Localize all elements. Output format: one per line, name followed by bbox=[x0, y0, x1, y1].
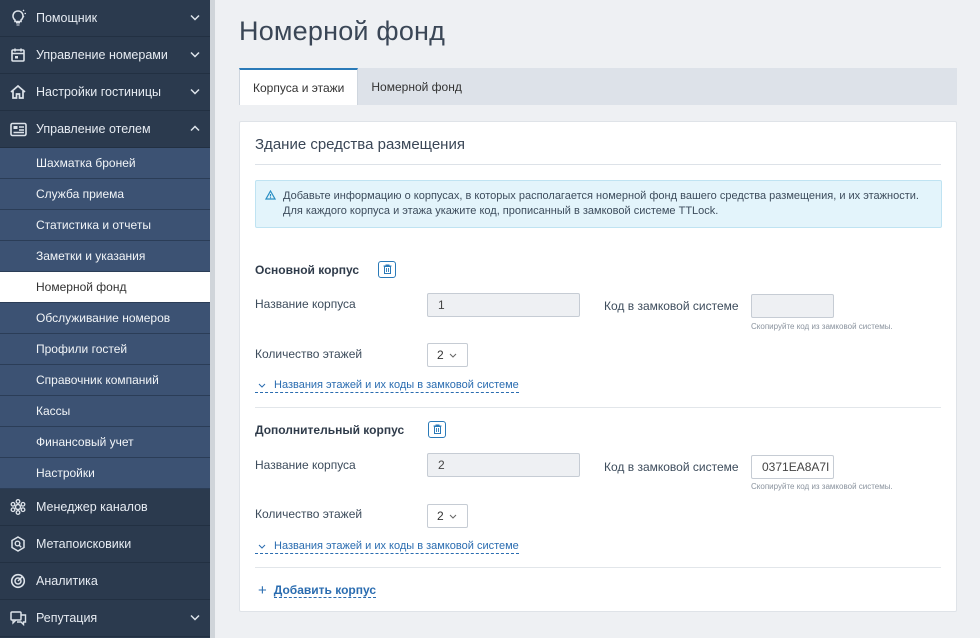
chevron-down-icon bbox=[190, 613, 200, 624]
sidebar-item-assistant[interactable]: Помощник bbox=[0, 0, 210, 37]
trash-icon bbox=[433, 421, 442, 439]
sidebar-item-label: Настройки гостиницы bbox=[36, 85, 161, 99]
floors-count-select[interactable]: 2 bbox=[427, 504, 468, 528]
chevron-down-icon bbox=[449, 351, 457, 360]
tab-room-stock[interactable]: Номерной фонд bbox=[358, 68, 474, 105]
delete-building-button[interactable] bbox=[378, 261, 396, 278]
sidebar-item-analytics[interactable]: Аналитика bbox=[0, 563, 210, 600]
sidebar-subitem-accounting[interactable]: Финансовый учет bbox=[0, 427, 210, 458]
sidebar-item-metasearch[interactable]: Метапоисковики bbox=[0, 526, 210, 563]
sidebar-subitem-room-stock[interactable]: Номерной фонд bbox=[0, 272, 210, 303]
building-title: Основной корпус bbox=[255, 263, 360, 277]
sidebar-item-hotel-settings[interactable]: Настройки гостиницы bbox=[0, 74, 210, 111]
floor-names-toggle[interactable]: Названия этажей и их коды в замковой сис… bbox=[255, 540, 519, 554]
chevron-up-icon bbox=[190, 124, 200, 135]
building-name-input[interactable]: 1 bbox=[427, 293, 580, 317]
sidebar-subitem-housekeeping[interactable]: Обслуживание номеров bbox=[0, 303, 210, 334]
sidebar-item-label: Менеджер каналов bbox=[36, 500, 148, 514]
info-alert: Добавьте информацию о корпусах, в которы… bbox=[255, 180, 942, 228]
sidebar-item-label: Метапоисковики bbox=[36, 537, 132, 551]
home-icon bbox=[0, 84, 36, 100]
info-text-line2: Для каждого корпуса и этажа укажите код,… bbox=[283, 205, 719, 217]
sidebar-subitem-notes[interactable]: Заметки и указания bbox=[0, 241, 210, 272]
building-name-label: Название корпуса bbox=[255, 297, 356, 311]
sidebar-subitem-statistics[interactable]: Статистика и отчеты bbox=[0, 210, 210, 241]
divider bbox=[255, 407, 941, 408]
floors-count-value: 2 bbox=[437, 509, 444, 523]
sidebar-subitem-cash-desks[interactable]: Кассы bbox=[0, 396, 210, 427]
building-name-input[interactable]: 2 bbox=[427, 453, 580, 477]
chevron-down-icon bbox=[449, 512, 457, 521]
card-title: Здание средства размещения bbox=[255, 136, 465, 153]
trash-icon bbox=[383, 261, 392, 279]
divider bbox=[255, 567, 941, 568]
lock-code-label: Код в замковой системе bbox=[604, 460, 739, 474]
sidebar-item-hotel-management[interactable]: Управление отелем bbox=[0, 111, 210, 148]
add-building-button[interactable]: + Добавить корпус bbox=[258, 582, 377, 599]
chevron-down-icon bbox=[190, 87, 200, 98]
chevron-down-icon bbox=[258, 381, 266, 390]
tab-buildings-floors[interactable]: Корпуса и этажи bbox=[239, 68, 359, 105]
floors-count-select[interactable]: 2 bbox=[427, 343, 468, 367]
sidebar-subitem-settings[interactable]: Настройки bbox=[0, 458, 210, 489]
page-title: Номерной фонд bbox=[239, 16, 446, 46]
sidebar: Помощник Управление номерами Настройки г… bbox=[0, 0, 210, 638]
sidebar-subitem-front-desk[interactable]: Служба приема bbox=[0, 179, 210, 210]
reputation-icon bbox=[0, 610, 36, 626]
floors-count-label: Количество этажей bbox=[255, 347, 363, 361]
floors-count-value: 2 bbox=[437, 348, 444, 362]
floors-count-label: Количество этажей bbox=[255, 507, 363, 521]
sidebar-item-reputation[interactable]: Репутация bbox=[0, 600, 210, 637]
sidebar-item-label: Помощник bbox=[36, 11, 98, 25]
sidebar-item-channel-manager[interactable]: Менеджер каналов bbox=[0, 489, 210, 526]
lock-code-input[interactable] bbox=[751, 294, 834, 318]
floor-names-toggle[interactable]: Названия этажей и их коды в замковой сис… bbox=[255, 379, 519, 393]
chevron-down-icon bbox=[190, 50, 200, 61]
lock-code-input[interactable]: 0371EA8A7I bbox=[751, 455, 834, 479]
sidebar-item-label: Репутация bbox=[36, 611, 98, 625]
hotel-management-icon bbox=[0, 122, 36, 137]
lock-code-hint: Скопируйте код из замковой системы. bbox=[751, 322, 893, 331]
lightbulb-icon bbox=[0, 9, 36, 27]
analytics-icon bbox=[0, 573, 36, 589]
sidebar-subitem-booking-chart[interactable]: Шахматка броней bbox=[0, 148, 210, 179]
sidebar-item-label: Аналитика bbox=[36, 574, 98, 588]
sidebar-item-room-management[interactable]: Управление номерами bbox=[0, 37, 210, 74]
lock-code-label: Код в замковой системе bbox=[604, 299, 739, 313]
chevron-down-icon bbox=[258, 542, 266, 551]
divider bbox=[255, 164, 941, 165]
sidebar-item-label: Управление отелем bbox=[36, 122, 151, 136]
warning-icon bbox=[264, 189, 277, 205]
sidebar-item-label: Управление номерами bbox=[36, 48, 168, 62]
add-building-label: Добавить корпус bbox=[273, 583, 377, 598]
info-text-line1: Добавьте информацию о корпусах, в которы… bbox=[283, 190, 919, 202]
building-name-label: Название корпуса bbox=[255, 458, 356, 472]
metasearch-icon bbox=[0, 536, 36, 552]
tab-bar: Корпуса и этажи Номерной фонд bbox=[239, 68, 957, 105]
building-card: Здание средства размещения Добавьте инфо… bbox=[239, 121, 957, 612]
chevron-down-icon bbox=[190, 13, 200, 24]
floor-names-toggle-label: Названия этажей и их коды в замковой сис… bbox=[274, 379, 519, 391]
sidebar-subitem-companies[interactable]: Справочник компаний bbox=[0, 365, 210, 396]
plus-icon: + bbox=[258, 582, 267, 599]
sidebar-subitem-guest-profiles[interactable]: Профили гостей bbox=[0, 334, 210, 365]
channel-manager-icon bbox=[0, 499, 36, 515]
building-title: Дополнительный корпус bbox=[255, 423, 405, 437]
main-content: Номерной фонд Корпуса и этажи Номерной ф… bbox=[215, 0, 980, 638]
calendar-icon bbox=[0, 47, 36, 63]
floor-names-toggle-label: Названия этажей и их коды в замковой сис… bbox=[274, 540, 519, 552]
lock-code-hint: Скопируйте код из замковой системы. bbox=[751, 482, 893, 491]
delete-building-button[interactable] bbox=[428, 421, 446, 438]
